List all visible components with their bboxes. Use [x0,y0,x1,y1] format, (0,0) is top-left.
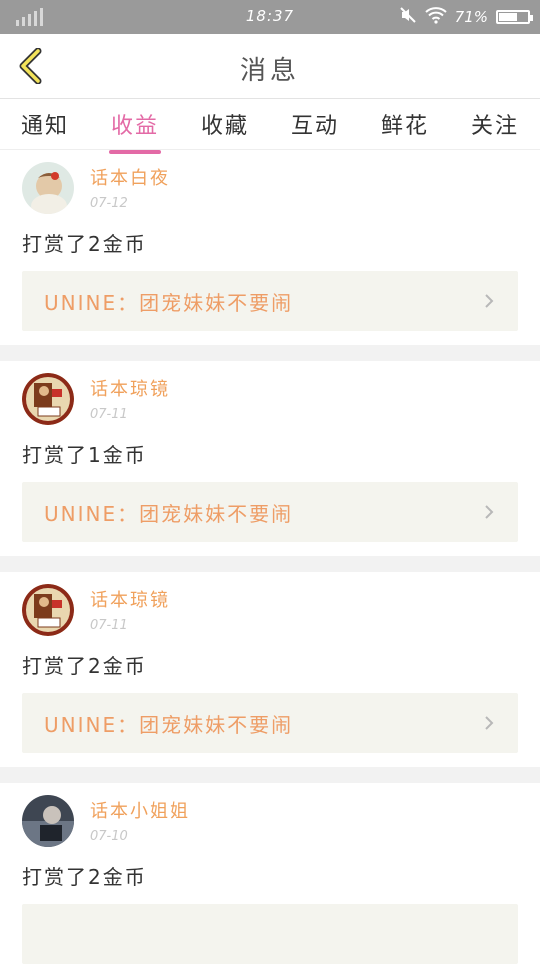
quoted-work-title: UNINE：团宠妹妹不要闹 [44,712,294,737]
list-item: 话本琼镜 07-11 打赏了1金币 UNINE：团宠妹妹不要闹 [0,361,540,556]
avatar[interactable] [22,795,74,847]
message-text: 打赏了2金币 [22,654,147,678]
list-item: 话本白夜 07-12 打赏了2金币 UNINE：团宠妹妹不要闹 [0,150,540,345]
list-item: 话本琼镜 07-11 打赏了2金币 UNINE：团宠妹妹不要闹 [0,572,540,767]
avatar[interactable] [22,584,74,636]
tab-bar: 通知 收益 收藏 互动 鲜花 关注 [0,99,540,154]
quoted-work-link[interactable]: UNINE：团宠妹妹不要闹 [22,271,518,331]
chevron-right-icon [482,505,496,519]
username[interactable]: 话本琼镜 [90,375,170,401]
avatar[interactable] [22,373,74,425]
list-item: 话本小姐姐 07-10 打赏了2金币 [0,783,540,978]
tab-earnings[interactable]: 收益 [107,102,163,154]
message-text: 打赏了2金币 [22,232,147,256]
wifi-icon [424,6,447,28]
nav-bar: 消息 [0,34,540,99]
tab-following[interactable]: 关注 [467,102,523,146]
tab-interactions[interactable]: 互动 [287,102,343,146]
message-text: 打赏了2金币 [22,865,147,889]
date: 07-10 [90,829,128,844]
quoted-work-link[interactable]: UNINE：团宠妹妹不要闹 [22,482,518,542]
divider [0,345,540,361]
username[interactable]: 话本小姐姐 [90,797,190,823]
tab-flowers[interactable]: 鲜花 [377,102,433,146]
tab-favorites[interactable]: 收藏 [197,102,253,146]
page-title: 消息 [239,56,300,86]
status-bar: 18:37 71% [0,0,540,34]
date: 07-12 [90,196,128,211]
username[interactable]: 话本白夜 [90,164,170,190]
avatar[interactable] [22,162,74,214]
divider [0,556,540,572]
date: 07-11 [90,618,128,633]
quoted-work-title: UNINE：团宠妹妹不要闹 [44,501,294,526]
divider [0,767,540,783]
battery-percent: 71% [454,8,488,26]
mute-icon [399,6,417,28]
message-text: 打赏了1金币 [22,443,147,467]
battery-icon [496,10,533,24]
tab-notifications[interactable]: 通知 [17,102,73,146]
quoted-work-title: UNINE：团宠妹妹不要闹 [44,290,294,315]
username[interactable]: 话本琼镜 [90,586,170,612]
chevron-right-icon [482,294,496,308]
date: 07-11 [90,407,128,422]
quoted-work-link[interactable]: UNINE：团宠妹妹不要闹 [22,693,518,753]
chevron-right-icon [482,716,496,730]
quoted-work-link[interactable] [22,904,518,964]
